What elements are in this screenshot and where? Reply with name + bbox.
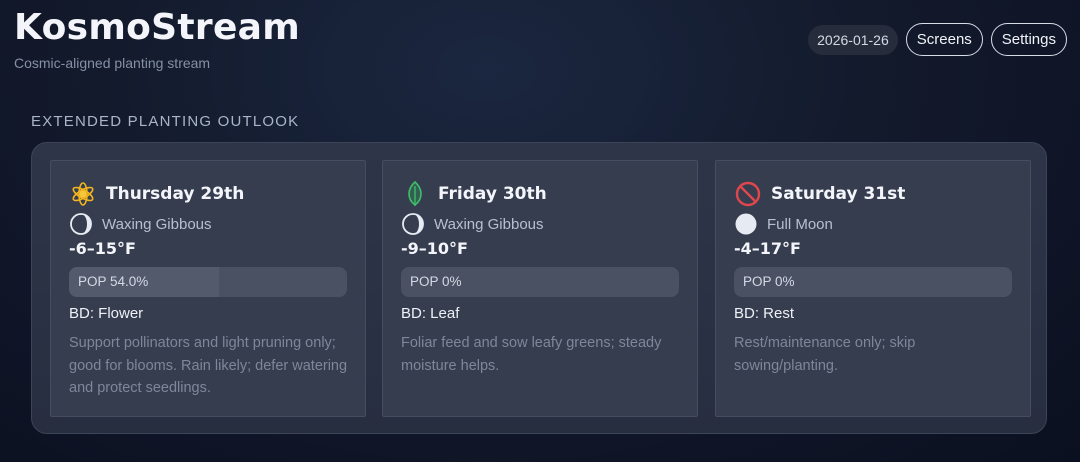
day-header: Friday 30th <box>401 180 547 208</box>
waxing-gibbous-icon <box>401 212 425 236</box>
moon-phase-label: Waxing Gibbous <box>434 215 544 233</box>
day-header: Thursday 29th <box>69 180 244 208</box>
pop-bar: POP 0% <box>401 267 679 297</box>
flower-icon <box>69 180 97 208</box>
moon-phase-label: Waxing Gibbous <box>102 215 212 233</box>
temperature-range: -4–17°F <box>734 239 801 258</box>
no-entry-icon <box>734 180 762 208</box>
app-subtitle: Cosmic-aligned planting stream <box>14 55 211 71</box>
day-card: Friday 30th Waxing Gibbous -9–10°F POP 0… <box>382 160 698 417</box>
app-header: KosmoStream Cosmic-aligned planting stre… <box>14 6 300 71</box>
pop-bar: POP 0% <box>734 267 1012 297</box>
bd-label: BD: Flower <box>69 305 144 322</box>
day-card: Thursday 29th Waxing Gibbous -6–15°F POP… <box>50 160 366 417</box>
screens-button[interactable]: Screens <box>905 23 983 56</box>
moon-phase-label: Full Moon <box>767 215 833 233</box>
moon-phase-row: Waxing Gibbous <box>69 212 212 236</box>
day-description: Support pollinators and light pruning on… <box>69 335 348 396</box>
pop-label: POP 0% <box>743 274 795 289</box>
outlook-panel: Thursday 29th Waxing Gibbous -6–15°F POP… <box>31 142 1047 434</box>
app-title: KosmoStream <box>14 7 301 48</box>
day-label: Thursday 29th <box>106 184 245 204</box>
day-label: Saturday 31st <box>771 184 906 204</box>
settings-button[interactable]: Settings <box>990 23 1067 56</box>
full-moon-icon <box>734 212 758 236</box>
day-description: Foliar feed and sow leafy greens; steady… <box>401 335 662 374</box>
pop-label: POP 54.0% <box>78 274 149 289</box>
pop-bar: POP 54.0% <box>69 267 347 297</box>
temperature-range: -6–15°F <box>69 239 136 258</box>
temperature-range: -9–10°F <box>401 239 468 258</box>
date-badge: 2026-01-26 <box>808 24 898 55</box>
bd-label: BD: Rest <box>734 305 795 322</box>
day-header: Saturday 31st <box>734 180 905 208</box>
top-actions: 2026-01-26 Screens Settings <box>808 23 1067 56</box>
pop-label: POP 0% <box>410 274 462 289</box>
waxing-gibbous-icon <box>69 212 93 236</box>
leaf-icon <box>401 180 429 208</box>
moon-phase-row: Full Moon <box>734 212 833 236</box>
day-description: Rest/maintenance only; skip sowing/plant… <box>734 335 916 374</box>
day-card: Saturday 31st Full Moon -4–17°F POP 0% B… <box>715 160 1031 417</box>
day-label: Friday 30th <box>438 184 547 204</box>
section-title: EXTENDED PLANTING OUTLOOK <box>31 113 300 130</box>
moon-phase-row: Waxing Gibbous <box>401 212 544 236</box>
bd-label: BD: Leaf <box>401 305 460 322</box>
